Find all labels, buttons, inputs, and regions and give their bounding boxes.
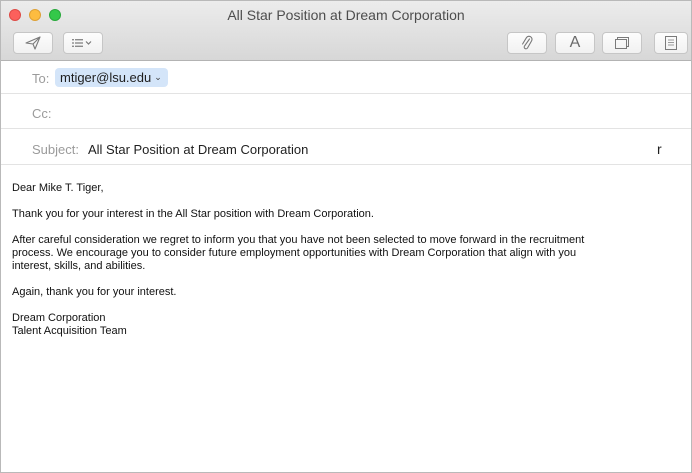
list-icon (72, 38, 94, 48)
paragraph-2-line-3: interest, skills, and abilities. (12, 260, 146, 272)
signature-line-2: Talent Acquisition Team (12, 325, 127, 337)
to-field[interactable]: To: mtiger@lsu.edu ⌄ (1, 61, 691, 94)
header-fields-menu-button[interactable] (63, 32, 103, 54)
mail-compose-window: All Star Position at Dream Corporation A (0, 0, 692, 473)
greeting-line: Dear Mike T. Tiger, (12, 182, 104, 194)
signature: Dream Corporation Talent Acquisition Tea… (12, 312, 672, 338)
chevron-down-icon: ⌄ (154, 72, 162, 82)
stationery-icon (665, 36, 677, 50)
paragraph-2-line-2: process. We encourage you to consider fu… (12, 247, 577, 259)
signature-line-1: Dream Corporation (12, 312, 106, 324)
format-button[interactable]: A (555, 32, 595, 54)
stationery-button[interactable] (654, 32, 688, 54)
window-title: All Star Position at Dream Corporation (227, 7, 465, 23)
send-button[interactable] (13, 32, 53, 54)
paragraph-3: Again, thank you for your interest. (12, 286, 177, 298)
subject-field[interactable]: Subject: All Star Position at Dream Corp… (1, 130, 691, 165)
recipient-token[interactable]: mtiger@lsu.edu ⌄ (55, 68, 168, 87)
title-bar: All Star Position at Dream Corporation A (1, 1, 691, 61)
paper-plane-icon (25, 36, 41, 50)
photo-browser-button[interactable] (602, 32, 642, 54)
format-label: A (569, 34, 581, 51)
paperclip-icon (521, 35, 533, 51)
cc-field[interactable]: Cc: (1, 95, 691, 129)
subject-trailing-char: r (657, 141, 662, 157)
message-body[interactable]: Dear Mike T. Tiger, Thank you for your i… (12, 182, 672, 338)
attach-button[interactable] (507, 32, 547, 54)
paragraph-2: After careful consideration we regret to… (12, 234, 672, 273)
subject-label: Subject: (32, 142, 79, 157)
subject-text: All Star Position at Dream Corporation (88, 142, 309, 157)
cc-label: Cc: (32, 106, 52, 121)
to-label: To: (32, 71, 50, 86)
recipient-address: mtiger@lsu.edu (60, 70, 152, 85)
photo-browser-icon (615, 37, 629, 49)
paragraph-1: Thank you for your interest in the All S… (12, 208, 374, 220)
paragraph-2-line-1: After careful consideration we regret to… (12, 234, 585, 246)
